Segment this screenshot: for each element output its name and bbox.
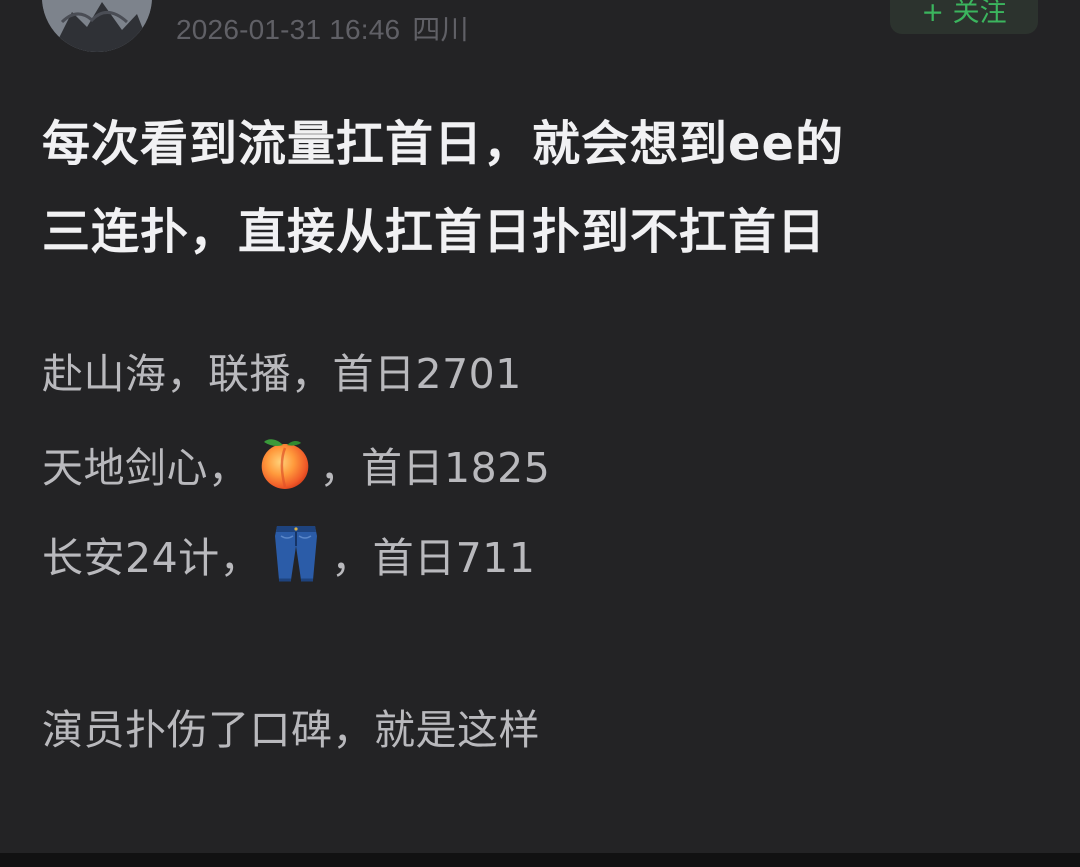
post-item-line: 长安24计， ，首日711 (42, 522, 535, 600)
jeans-icon (267, 522, 325, 600)
watermark (838, 818, 1060, 848)
post-item-text: 长安24计， (42, 534, 262, 582)
avatar-image-icon (42, 0, 152, 52)
post-meta: 2026-01-31 16:46 四川 (176, 8, 469, 48)
bottom-bar (0, 853, 1080, 867)
follow-button[interactable]: + 关注 (890, 0, 1038, 34)
follow-button-label: + 关注 (921, 0, 1007, 28)
post-title: 每次看到流量扛首日，就会想到ee的 三连扑，直接从扛首日扑到不扛首日 (42, 100, 1042, 276)
post-timestamp: 2026-01-31 16:46 (176, 14, 401, 45)
post-item-text: ，首日711 (331, 534, 536, 582)
post-location: 四川 (412, 14, 469, 45)
post-item-text: 赴山海，联播，首日2701 (42, 350, 522, 398)
post-item-text: ，首日1825 (319, 444, 551, 492)
post-item-text: 天地剑心， (42, 444, 250, 492)
avatar[interactable] (42, 0, 152, 52)
post-closing: 演员扑伤了口碑，就是这样 (42, 706, 540, 754)
post-title-line: 每次看到流量扛首日，就会想到ee的 (42, 116, 845, 172)
peach-icon (256, 434, 314, 508)
post-item-line: 赴山海，联播，首日2701 (42, 344, 522, 404)
post-item-line: 天地剑心， ，首日1825 (42, 434, 550, 508)
post-title-line: 三连扑，直接从扛首日扑到不扛首日 (42, 204, 827, 260)
